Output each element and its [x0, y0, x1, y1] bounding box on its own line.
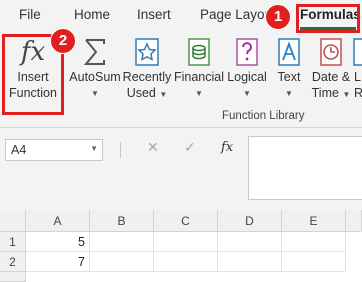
lookup-label-1: L	[354, 70, 361, 84]
autosum-label: AutoSum	[69, 70, 121, 84]
lookup-label-2: R	[354, 86, 362, 100]
select-all-corner[interactable]	[0, 210, 26, 232]
column-header-e[interactable]: E	[282, 210, 346, 232]
cell-b2[interactable]	[90, 252, 154, 272]
column-header-a[interactable]: A	[26, 210, 90, 232]
date-time-label-2: Time ▼	[311, 86, 351, 100]
recently-used-button[interactable]: Recently Used ▼	[122, 32, 172, 112]
tab-page-layout[interactable]: Page Layout	[200, 7, 266, 22]
chevron-down-icon: ▼	[243, 89, 251, 98]
chevron-down-icon: ▼	[91, 89, 99, 98]
chevron-down-icon: ▼	[285, 89, 293, 98]
column-header-f[interactable]	[346, 210, 362, 232]
cell-a2[interactable]: 7	[26, 252, 90, 272]
row-header-3[interactable]	[0, 272, 26, 282]
text-a-icon	[274, 36, 304, 68]
column-header-c[interactable]: C	[154, 210, 218, 232]
cell-d1[interactable]	[218, 232, 282, 252]
text-button[interactable]: Text ▼	[270, 32, 308, 112]
tab-home[interactable]: Home	[74, 7, 110, 22]
function-library-group-label: Function Library	[222, 110, 305, 122]
tab-file[interactable]: File	[19, 7, 41, 22]
cell-e1[interactable]	[282, 232, 346, 252]
text-label: Text	[277, 70, 301, 84]
recently-used-label-1: Recently	[122, 70, 172, 84]
chevron-down-icon[interactable]: ▼	[90, 144, 98, 153]
enter-check-icon[interactable]: ✓	[184, 139, 196, 156]
date-time-label-1: Date &	[311, 70, 351, 84]
row-header-1[interactable]: 1	[0, 232, 26, 252]
formula-bar-divider	[120, 142, 121, 158]
name-box-value: A4	[11, 143, 27, 157]
insert-function-fx-icon[interactable]: fx	[221, 140, 233, 155]
cell-c1[interactable]	[154, 232, 218, 252]
step-badge-2: 2	[50, 28, 76, 54]
lookup-reference-button[interactable]: L R	[352, 32, 362, 112]
cell-c2[interactable]	[154, 252, 218, 272]
recently-used-label-2: Used ▼	[126, 86, 168, 100]
question-icon	[232, 36, 262, 68]
step-badge-1: 1	[265, 4, 291, 30]
autosum-button[interactable]: AutoSum ▼	[68, 32, 122, 112]
chevron-down-icon: ▼	[195, 89, 203, 98]
row-header-2[interactable]: 2	[0, 252, 26, 272]
star-icon	[132, 36, 162, 68]
logical-button[interactable]: Logical ▼	[226, 32, 268, 112]
column-header-d[interactable]: D	[218, 210, 282, 232]
name-box[interactable]: A4 ▼	[5, 139, 103, 161]
formula-input[interactable]	[248, 136, 362, 200]
clock-icon	[316, 36, 346, 68]
financial-button[interactable]: Financial ▼	[172, 32, 226, 112]
formulas-tab-highlight	[296, 4, 360, 33]
formula-bar: A4 ▼ ✕ ✓ fx	[0, 128, 362, 210]
sigma-icon	[80, 36, 110, 68]
worksheet-grid: A B C D E 1 5 2 7	[0, 210, 362, 282]
financial-label: Financial	[173, 70, 225, 84]
date-time-button[interactable]: Date & Time ▼	[310, 32, 352, 112]
cell-a1[interactable]: 5	[26, 232, 90, 252]
tab-insert[interactable]: Insert	[137, 7, 171, 22]
column-header-b[interactable]: B	[90, 210, 154, 232]
cancel-icon[interactable]: ✕	[147, 139, 159, 156]
lookup-icon	[352, 36, 362, 68]
logical-label: Logical	[227, 70, 267, 84]
cell-e2[interactable]	[282, 252, 346, 272]
cell-d2[interactable]	[218, 252, 282, 272]
coins-icon	[184, 36, 214, 68]
cell-b1[interactable]	[90, 232, 154, 252]
